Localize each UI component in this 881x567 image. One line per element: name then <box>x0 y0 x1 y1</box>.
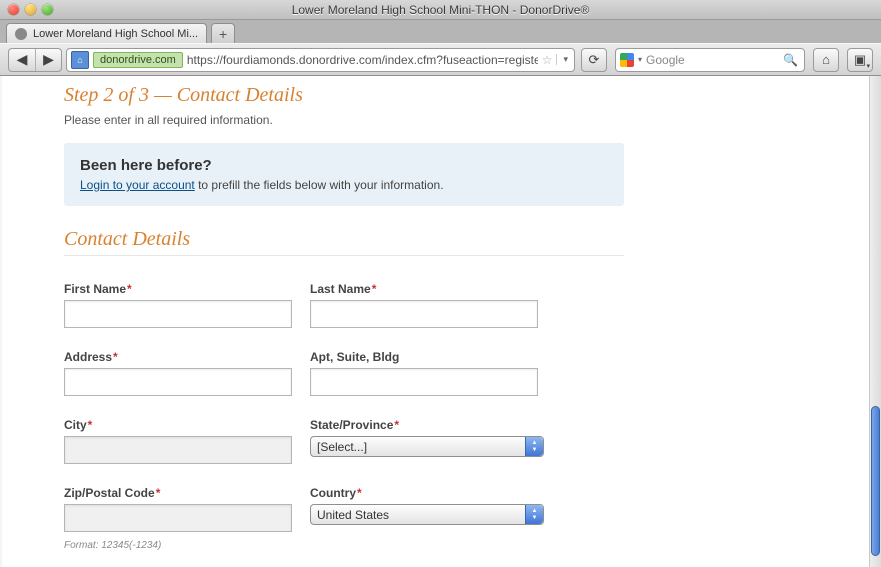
browser-tab-active[interactable]: Lower Moreland High School Mi... <box>6 23 207 43</box>
reload-button[interactable]: ⟳ <box>581 48 607 72</box>
last-name-input[interactable] <box>310 300 538 328</box>
label-text: Country <box>310 486 356 500</box>
forward-button[interactable]: ▶ <box>35 49 61 71</box>
downloads-button[interactable]: ▣ ▾ <box>847 48 873 72</box>
first-name-group: First Name* <box>64 282 292 328</box>
state-group: State/Province* [Select...] <box>310 418 538 464</box>
section-heading: Contact Details <box>64 228 700 251</box>
scrollbar-thumb[interactable] <box>871 406 880 556</box>
zip-input[interactable] <box>64 504 292 532</box>
apt-input[interactable] <box>310 368 538 396</box>
address-group: Address* <box>64 350 292 396</box>
tab-label: Lower Moreland High School Mi... <box>33 28 198 40</box>
favicon-icon <box>15 28 27 40</box>
url-text[interactable]: https://fourdiamonds.donordrive.com/inde… <box>183 53 538 67</box>
nav-button-group: ◀ ▶ <box>8 48 62 72</box>
select-stepper-icon <box>525 505 543 524</box>
required-asterisk: * <box>156 486 161 500</box>
state-select[interactable]: [Select...] <box>310 436 544 457</box>
required-asterisk: * <box>127 282 132 296</box>
back-button[interactable]: ◀ <box>9 49 35 71</box>
first-name-label: First Name* <box>64 282 292 296</box>
address-input[interactable] <box>64 368 292 396</box>
callout-tail: to prefill the fields below with your in… <box>195 178 444 192</box>
city-group: City* <box>64 418 292 464</box>
required-asterisk: * <box>88 418 93 432</box>
callout-heading: Been here before? <box>80 157 608 174</box>
content-card: Step 2 of 3 — Contact Details Please ent… <box>0 76 869 567</box>
chevron-down-icon: ▾ <box>866 62 870 70</box>
country-select[interactable]: United States <box>310 504 544 525</box>
city-label: City* <box>64 418 292 432</box>
zip-format-hint: Format: 12345(-1234) <box>64 540 292 551</box>
apt-group: Apt, Suite, Bldg <box>310 350 538 396</box>
label-text: Apt, Suite, Bldg <box>310 350 399 364</box>
bookmark-star-icon[interactable]: ☆ <box>538 53 557 67</box>
domain-pill[interactable]: donordrive.com <box>93 52 183 68</box>
required-asterisk: * <box>372 282 377 296</box>
last-name-label: Last Name* <box>310 282 538 296</box>
country-label: Country* <box>310 486 538 500</box>
intro-text: Please enter in all required information… <box>64 113 700 127</box>
country-group: Country* United States <box>310 486 538 551</box>
state-selected-value: [Select...] <box>317 440 367 454</box>
last-name-group: Last Name* <box>310 282 538 328</box>
search-box[interactable]: ▾ Google 🔍 <box>615 48 805 72</box>
first-name-input[interactable] <box>64 300 292 328</box>
login-callout: Been here before? Login to your account … <box>64 143 624 206</box>
label-text: Last Name <box>310 282 371 296</box>
required-asterisk: * <box>394 418 399 432</box>
label-text: Zip/Postal Code <box>64 486 155 500</box>
home-button[interactable]: ⌂ <box>813 48 839 72</box>
url-dropdown-icon[interactable]: ▾ <box>556 54 574 65</box>
download-icon: ▣ <box>854 52 866 68</box>
login-link[interactable]: Login to your account <box>80 178 195 192</box>
google-icon <box>620 53 634 67</box>
step-heading: Step 2 of 3 — Contact Details <box>64 84 700 107</box>
new-tab-button[interactable]: + <box>211 23 235 43</box>
site-identity-icon[interactable]: ⌂ <box>71 51 89 69</box>
window-titlebar: Lower Moreland High School Mini-THON - D… <box>0 0 881 20</box>
page-viewport: Step 2 of 3 — Contact Details Please ent… <box>0 76 881 567</box>
zip-group: Zip/Postal Code* Format: 12345(-1234) <box>64 486 292 551</box>
state-label: State/Province* <box>310 418 538 432</box>
address-bar[interactable]: ⌂ donordrive.com https://fourdiamonds.do… <box>66 48 575 72</box>
city-input[interactable] <box>64 436 292 464</box>
country-selected-value: United States <box>317 508 389 522</box>
search-icon[interactable]: 🔍 <box>783 53 798 67</box>
section-divider <box>64 255 624 256</box>
contact-form: First Name* Last Name* Address* Apt, Sui… <box>64 282 624 567</box>
window-title: Lower Moreland High School Mini-THON - D… <box>0 3 881 17</box>
search-placeholder: Google <box>646 53 685 67</box>
label-text: State/Province <box>310 418 393 432</box>
browser-toolbar: ◀ ▶ ⌂ donordrive.com https://fourdiamond… <box>0 43 881 76</box>
label-text: First Name <box>64 282 126 296</box>
required-asterisk: * <box>357 486 362 500</box>
zip-label: Zip/Postal Code* <box>64 486 292 500</box>
select-stepper-icon <box>525 437 543 456</box>
label-text: City <box>64 418 87 432</box>
search-engine-dropdown-icon[interactable]: ▾ <box>638 55 642 64</box>
label-text: Address <box>64 350 112 364</box>
content-inner: Step 2 of 3 — Contact Details Please ent… <box>0 76 700 567</box>
vertical-scrollbar[interactable] <box>869 76 881 567</box>
apt-label: Apt, Suite, Bldg <box>310 350 538 364</box>
required-asterisk: * <box>113 350 118 364</box>
address-label: Address* <box>64 350 292 364</box>
tab-strip: Lower Moreland High School Mi... + <box>0 20 881 43</box>
callout-text: Login to your account to prefill the fie… <box>80 178 608 192</box>
